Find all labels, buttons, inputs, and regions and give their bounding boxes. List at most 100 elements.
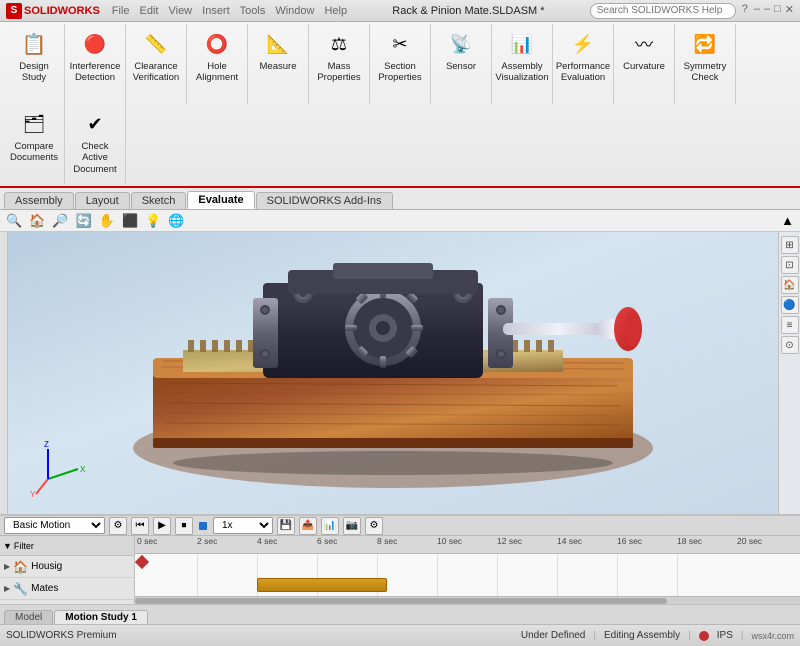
tab-evaluate[interactable]: Evaluate — [187, 191, 254, 209]
ribbon-tabs: Assembly Layout Sketch Evaluate SOLIDWOR… — [0, 188, 800, 210]
tab-sketch[interactable]: Sketch — [131, 192, 187, 209]
timeline-header: 0 sec 2 sec 4 sec 6 sec 8 sec 10 sec 12 … — [135, 536, 800, 554]
motion-export-btn[interactable]: 📤 — [299, 517, 317, 535]
design-study-button[interactable]: 📋 DesignStudy — [8, 26, 60, 86]
curvature-button[interactable]: 〰 Curvature — [618, 26, 670, 74]
status-divider3: | — [741, 630, 744, 641]
rt-view-orientation-btn[interactable]: ⊞ — [781, 236, 799, 254]
grid-line-16 — [617, 554, 618, 596]
scrollbar-thumb[interactable] — [135, 598, 667, 604]
check-active-icon: ✔ — [79, 108, 111, 140]
menu-view[interactable]: View — [168, 5, 192, 17]
filter-label: Filter — [14, 541, 34, 551]
timeline-row-mates[interactable]: ▶ 🔧 Mates — [0, 578, 134, 600]
motion-settings-btn[interactable]: ⚙ — [109, 517, 127, 535]
menu-tools[interactable]: Tools — [240, 5, 266, 17]
assembly-viz-button[interactable]: 📊 AssemblyVisualization — [496, 26, 548, 86]
time-marker-12: 12 sec — [497, 536, 522, 546]
coord-svg: X Z Y — [28, 439, 88, 499]
mates-timeline-bar[interactable] — [257, 578, 387, 592]
motion-right-panel[interactable]: 0 sec 2 sec 4 sec 6 sec 8 sec 10 sec 12 … — [135, 536, 800, 604]
maximize-btn[interactable]: □ — [774, 3, 781, 19]
menu-file[interactable]: File — [112, 5, 130, 17]
cmd-shaded-icon[interactable]: 🌐 — [166, 212, 186, 230]
menu-insert[interactable]: Insert — [202, 5, 230, 17]
sensor-icon: 📡 — [445, 28, 477, 60]
timeline-speed-dropdown[interactable]: 1x 2x 0.5x — [213, 517, 273, 534]
playhead-diamond[interactable] — [135, 555, 149, 569]
clearance-button[interactable]: 📏 ClearanceVerification — [130, 26, 182, 86]
housing-expand-icon[interactable]: ▶ — [4, 562, 10, 571]
ribbon-toolbar: 📋 DesignStudy 🔴 InterferenceDetection 📏 … — [0, 22, 800, 188]
filter-icon: ▼ — [3, 541, 12, 551]
motion-gear-btn[interactable]: ⚙ — [365, 517, 383, 535]
hole-alignment-button[interactable]: ⭕ HoleAlignment — [191, 26, 243, 86]
viewport-3d[interactable]: X Z Y — [8, 232, 778, 514]
svg-text:Y: Y — [30, 490, 36, 499]
performance-button[interactable]: ⚡ PerformanceEvaluation — [557, 26, 609, 86]
cmd-home-icon[interactable]: 🏠 — [27, 212, 47, 230]
motion-stop-btn[interactable]: ⏹ — [175, 517, 193, 535]
compare-documents-button[interactable]: 🗂 CompareDocuments — [8, 106, 60, 166]
grid-line-12 — [497, 554, 498, 596]
motion-type-dropdown[interactable]: Basic Motion Animation Motion Analysis — [4, 517, 105, 534]
motion-chart-btn[interactable]: 📊 — [321, 517, 339, 535]
help-btn[interactable]: ? — [742, 3, 748, 19]
tab-assembly[interactable]: Assembly — [4, 192, 74, 209]
rt-zoom-btn[interactable]: ⊡ — [781, 256, 799, 274]
cmd-pan-icon[interactable]: ✋ — [97, 212, 117, 230]
curvature-icon: 〰 — [628, 28, 660, 60]
cmd-search-icon[interactable]: 🔍 — [4, 212, 24, 230]
rt-display-btn[interactable]: ≡ — [781, 316, 799, 334]
measure-button[interactable]: 📐 Measure — [252, 26, 304, 74]
sensor-button[interactable]: 📡 Sensor — [435, 26, 487, 74]
search-input[interactable] — [590, 3, 736, 19]
right-toolbar: ⊞ ⊡ 🏠 🔵 ≡ ⊙ — [778, 232, 800, 514]
motion-study-bar: Basic Motion Animation Motion Analysis ⚙… — [0, 514, 800, 604]
rt-shading-btn[interactable]: 🔵 — [781, 296, 799, 314]
cmd-zoom-icon[interactable]: 🔎 — [50, 212, 70, 230]
mass-properties-button[interactable]: ⚖ MassProperties — [313, 26, 365, 86]
timeline-row-housing[interactable]: ▶ 🏠 Housig — [0, 556, 134, 578]
section-properties-button[interactable]: ✂ SectionProperties — [374, 26, 426, 86]
motion-save-btn[interactable]: 💾 — [277, 517, 295, 535]
cmd-render-icon[interactable]: 💡 — [143, 212, 163, 230]
ribbon-group-inner: ✂ SectionProperties — [374, 26, 426, 102]
ribbon-group-interference: 🔴 InterferenceDetection — [65, 24, 126, 104]
motion-camera-btn[interactable]: 📷 — [343, 517, 361, 535]
ribbon-group-inner: ⚖ MassProperties — [313, 26, 365, 102]
ribbon-group-mass: ⚖ MassProperties — [309, 24, 370, 104]
rt-home-btn[interactable]: 🏠 — [781, 276, 799, 294]
menu-help[interactable]: Help — [324, 5, 347, 17]
status-editing: Editing Assembly — [604, 630, 680, 641]
divider-icon: – — [754, 3, 760, 19]
minimize-btn[interactable]: – — [764, 3, 770, 19]
check-active-button[interactable]: ✔ Check ActiveDocument — [69, 106, 121, 177]
interference-detection-button[interactable]: 🔴 InterferenceDetection — [69, 26, 121, 86]
ribbon-group-inner: ⭕ HoleAlignment — [191, 26, 243, 102]
hole-icon: ⭕ — [201, 28, 233, 60]
tab-layout[interactable]: Layout — [75, 192, 130, 209]
mates-expand-icon[interactable]: ▶ — [4, 584, 10, 593]
cmd-collapse-icon[interactable]: ▲ — [779, 212, 796, 229]
ribbon-group-inner: 🔁 SymmetryCheck — [679, 26, 731, 102]
ribbon-group-check-active: ✔ Check ActiveDocument — [65, 104, 126, 184]
menu-edit[interactable]: Edit — [140, 5, 159, 17]
motion-play-btn[interactable]: ▶ — [153, 517, 171, 535]
btab-model[interactable]: Model — [4, 610, 53, 624]
motion-rewind-btn[interactable]: ⏮ — [131, 517, 149, 535]
cmd-section-view-icon[interactable]: ⬛ — [120, 212, 140, 230]
close-btn[interactable]: ✕ — [785, 3, 794, 19]
symmetry-icon: 🔁 — [689, 28, 721, 60]
cmd-rotate-icon[interactable]: 🔄 — [74, 212, 94, 230]
symmetry-check-button[interactable]: 🔁 SymmetryCheck — [679, 26, 731, 86]
time-marker-16: 16 sec — [617, 536, 642, 546]
rt-settings-btn[interactable]: ⊙ — [781, 336, 799, 354]
btab-motion-study-1[interactable]: Motion Study 1 — [54, 610, 148, 624]
motion-scrollbar[interactable] — [135, 596, 800, 604]
ribbon-group-inner: 📋 DesignStudy — [8, 26, 60, 102]
ribbon-group-inner: 📊 AssemblyVisualization — [496, 26, 548, 102]
ribbon-group-inner: 🔴 InterferenceDetection — [69, 26, 121, 102]
tab-addins[interactable]: SOLIDWORKS Add-Ins — [256, 192, 393, 209]
menu-window[interactable]: Window — [275, 5, 314, 17]
